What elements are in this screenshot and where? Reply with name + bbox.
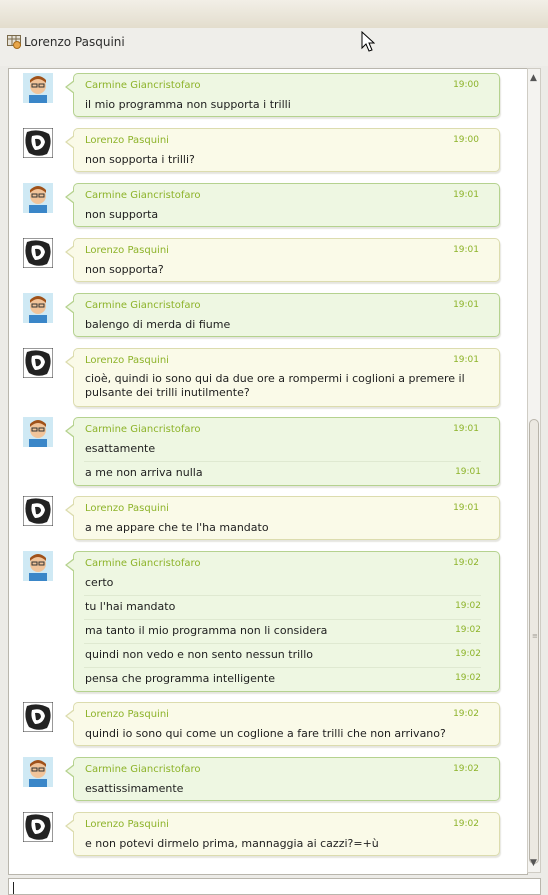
scroll-up-arrow-icon[interactable]: ▲ bbox=[530, 73, 537, 83]
window-title-bar bbox=[0, 0, 548, 29]
contact-status-icon bbox=[7, 35, 21, 49]
message-text: non sopporta? bbox=[85, 263, 164, 276]
message-text: certo bbox=[85, 576, 114, 589]
message-time: 19:01 bbox=[453, 245, 479, 255]
message-text: non supporta bbox=[85, 208, 159, 221]
message-bubble: Lorenzo Pasquini 19:02 quindi io sono qu… bbox=[65, 702, 500, 746]
message-text: ma tanto il mio programma non li conside… bbox=[85, 624, 328, 637]
line-time: 19:02 bbox=[455, 601, 481, 611]
message-text: e non potevi dirmelo prima, mannaggia ai… bbox=[85, 837, 379, 850]
line-separator bbox=[84, 595, 481, 596]
message-time: 19:02 bbox=[453, 764, 479, 774]
message-time: 19:02 bbox=[453, 709, 479, 719]
scrollbar-thumb[interactable]: ≡ bbox=[529, 419, 539, 864]
message-text: cioè, quindi io sono qui da due ore a ro… bbox=[85, 372, 465, 399]
carmine-avatar-icon bbox=[23, 757, 53, 787]
message-time: 19:02 bbox=[453, 558, 479, 568]
message-bubble: Lorenzo Pasquini 19:01 cioè, quindi io s… bbox=[65, 348, 500, 407]
message-text: esattissimamente bbox=[85, 782, 184, 795]
line-time: 19:01 bbox=[455, 467, 481, 477]
message-text: il mio programma non supporta i trilli bbox=[85, 98, 291, 111]
message-sender: Carmine Giancristofaro bbox=[85, 190, 201, 201]
message-text: quindi io sono qui come un coglione a fa… bbox=[85, 727, 446, 740]
line-time: 19:02 bbox=[455, 649, 481, 659]
lorenzo-avatar-icon bbox=[23, 496, 53, 526]
line-time: 19:02 bbox=[455, 625, 481, 635]
carmine-avatar-icon bbox=[23, 293, 53, 323]
carmine-avatar-icon bbox=[23, 183, 53, 213]
message-time: 19:00 bbox=[453, 135, 479, 145]
message-sender: Carmine Giancristofaro bbox=[85, 764, 201, 775]
carmine-avatar-icon bbox=[23, 417, 53, 447]
carmine-avatar-icon bbox=[23, 73, 53, 103]
message-bubble: Lorenzo Pasquini 19:01 non sopporta? bbox=[65, 238, 500, 282]
message-bubble: Lorenzo Pasquini 19:00 non sopporta i tr… bbox=[65, 128, 500, 172]
lorenzo-avatar-icon bbox=[23, 812, 53, 842]
line-time: 19:02 bbox=[455, 673, 481, 683]
message-bubble: Carmine Giancristofaro 19:00 il mio prog… bbox=[65, 73, 500, 117]
carmine-avatar-icon bbox=[23, 551, 53, 581]
text-caret bbox=[13, 882, 14, 894]
line-separator bbox=[84, 667, 481, 668]
message-sender: Lorenzo Pasquini bbox=[85, 503, 169, 514]
message-bubble: Lorenzo Pasquini 19:02 e non potevi dirm… bbox=[65, 812, 500, 856]
message-text: a me appare che te l'ha mandato bbox=[85, 521, 269, 534]
lorenzo-avatar-icon bbox=[23, 128, 53, 158]
message-text: balengo di merda di fiume bbox=[85, 318, 231, 331]
message-sender: Carmine Giancristofaro bbox=[85, 300, 201, 311]
message-sender: Lorenzo Pasquini bbox=[85, 355, 169, 366]
line-separator bbox=[84, 619, 481, 620]
message-input[interactable] bbox=[8, 878, 541, 895]
message-bubble: Carmine Giancristofaro 19:01 non support… bbox=[65, 183, 500, 227]
message-text: a me non arriva nulla bbox=[85, 466, 203, 479]
chat-scrollbar[interactable]: ▲ ≡ ▼ bbox=[527, 68, 541, 873]
contact-name: Lorenzo Pasquini bbox=[24, 35, 125, 49]
message-time: 19:00 bbox=[453, 80, 479, 90]
message-text: non sopporta i trilli? bbox=[85, 153, 195, 166]
message-sender: Lorenzo Pasquini bbox=[85, 709, 169, 720]
message-sender: Carmine Giancristofaro bbox=[85, 424, 201, 435]
lorenzo-avatar-icon bbox=[23, 348, 53, 378]
message-bubble: Carmine Giancristofaro 19:02 certo tu l'… bbox=[65, 551, 500, 692]
scroll-down-arrow-icon[interactable]: ▼ bbox=[530, 858, 537, 868]
chat-history[interactable]: Carmine Giancristofaro 19:00 il mio prog… bbox=[8, 68, 528, 875]
message-text: quindi non vedo e non sento nessun trill… bbox=[85, 648, 313, 661]
message-time: 19:01 bbox=[453, 503, 479, 513]
message-bubble: Carmine Giancristofaro 19:01 esattamente… bbox=[65, 417, 500, 486]
lorenzo-avatar-icon bbox=[23, 238, 53, 268]
message-text: esattamente bbox=[85, 442, 156, 455]
message-bubble: Carmine Giancristofaro 19:02 esattissima… bbox=[65, 757, 500, 801]
lorenzo-avatar-icon bbox=[23, 702, 53, 732]
message-sender: Carmine Giancristofaro bbox=[85, 80, 201, 91]
grip-icon: ≡ bbox=[532, 632, 538, 640]
message-sender: Lorenzo Pasquini bbox=[85, 819, 169, 830]
message-time: 19:01 bbox=[453, 300, 479, 310]
mouse-cursor-icon bbox=[361, 31, 375, 52]
line-separator bbox=[84, 643, 481, 644]
message-text: tu l'hai mandato bbox=[85, 600, 176, 613]
message-time: 19:01 bbox=[453, 424, 479, 434]
message-time: 19:01 bbox=[453, 355, 479, 365]
message-sender: Lorenzo Pasquini bbox=[85, 135, 169, 146]
message-bubble: Lorenzo Pasquini 19:01 a me appare che t… bbox=[65, 496, 500, 540]
message-bubble: Carmine Giancristofaro 19:01 balengo di … bbox=[65, 293, 500, 337]
message-time: 19:01 bbox=[453, 190, 479, 200]
message-sender: Carmine Giancristofaro bbox=[85, 558, 201, 569]
message-text: pensa che programma intelligente bbox=[85, 672, 275, 685]
message-time: 19:02 bbox=[453, 819, 479, 829]
message-sender: Lorenzo Pasquini bbox=[85, 245, 169, 256]
line-separator bbox=[84, 461, 481, 462]
